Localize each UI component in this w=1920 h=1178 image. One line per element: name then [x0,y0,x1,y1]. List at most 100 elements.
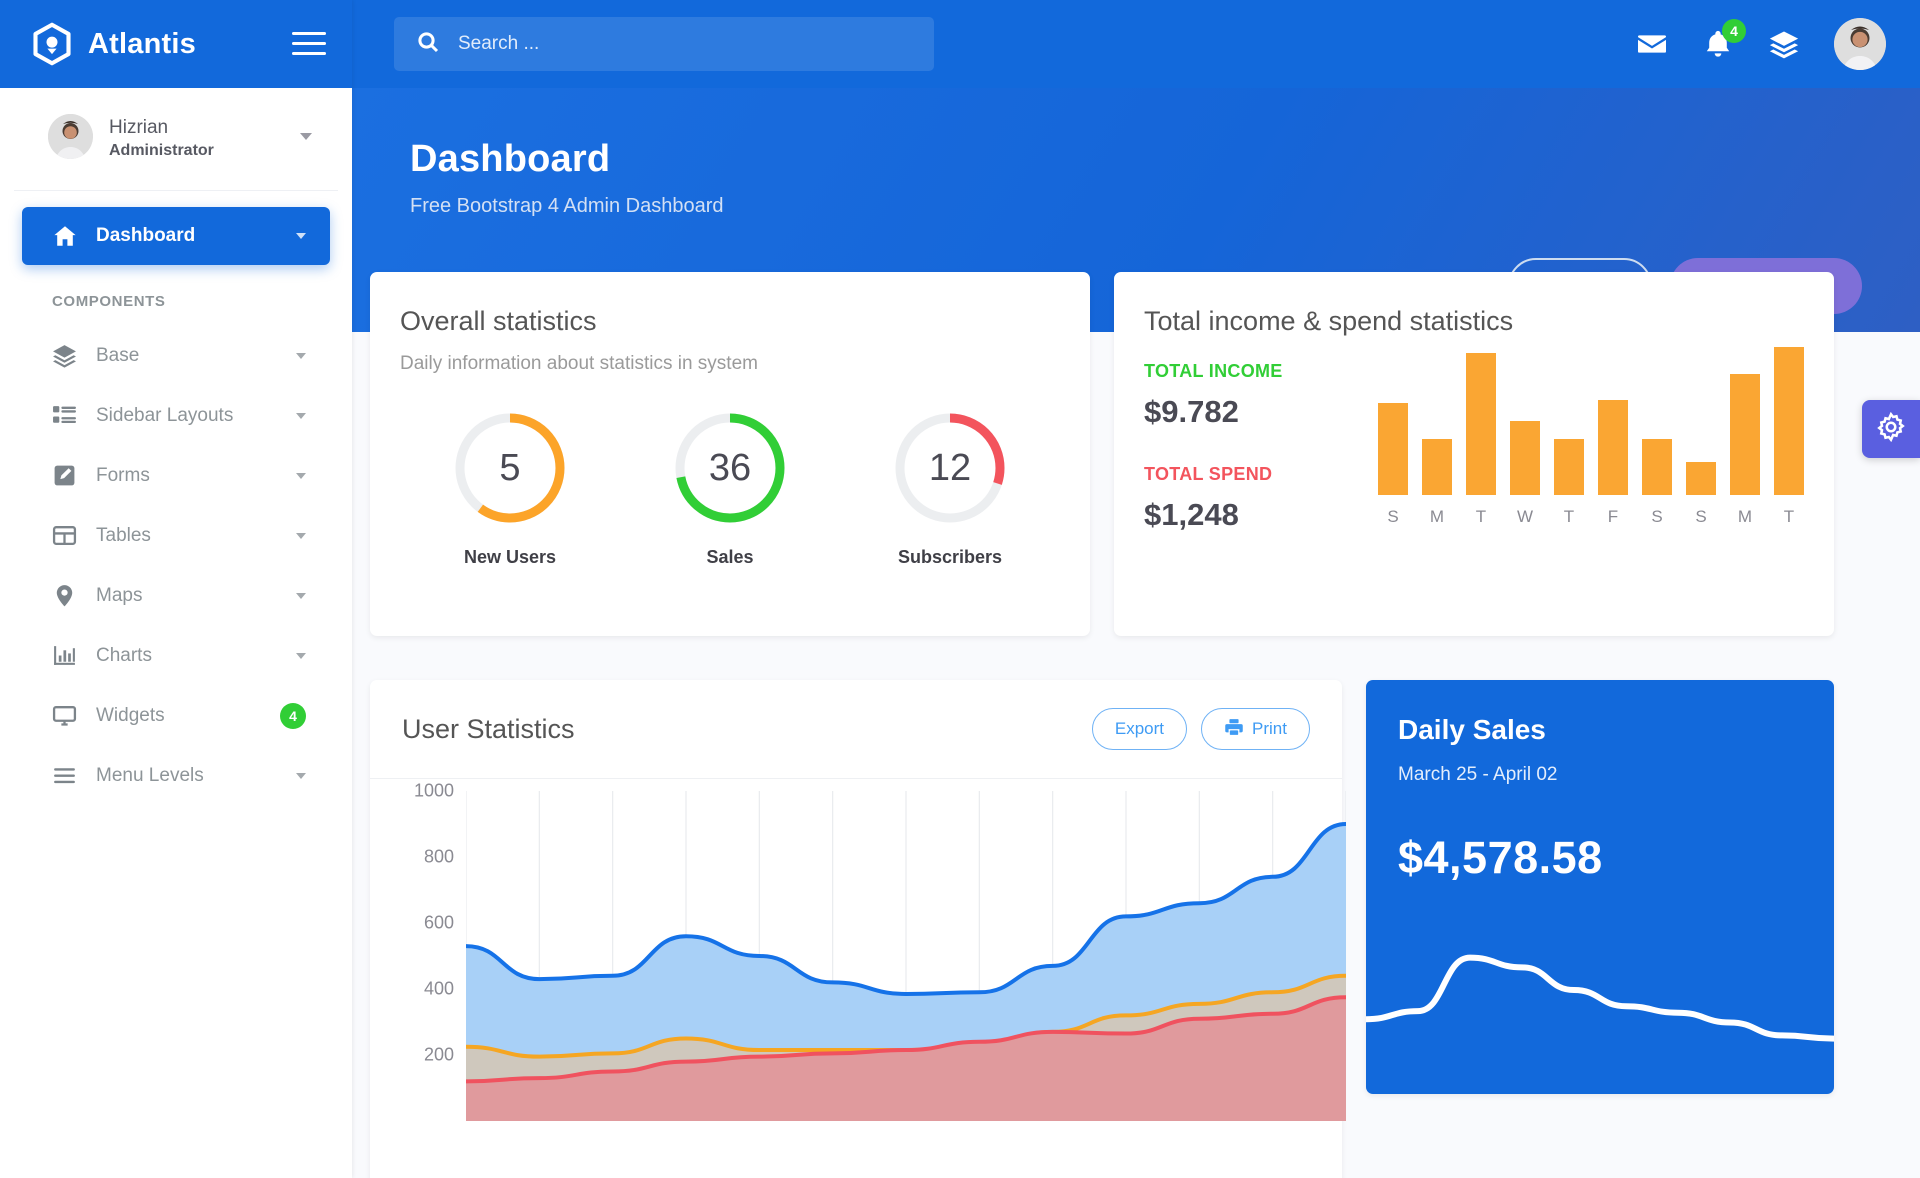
card-title: Daily Sales [1398,714,1546,745]
stat-sales: 36 Sales [671,409,789,568]
bar-column: M [1730,337,1760,527]
card-title: Overall statistics [400,306,597,336]
income-content-row: TOTAL INCOME $9.782 TOTAL SPEND $1,248 S… [1144,337,1804,533]
bar [1598,400,1628,495]
bar [1774,347,1804,495]
sidebar-item-widgets[interactable]: Widgets 4 [22,686,330,746]
overall-card-body: Overall statistics Daily information abo… [370,272,1090,568]
settings-fab-button[interactable] [1862,400,1920,458]
stat-new-users: 5 New Users [451,409,569,568]
printer-icon [1224,717,1244,742]
user-statistics-header: User Statistics Export Print [370,680,1342,779]
donut-label: New Users [463,547,557,567]
user-statistics-card: User Statistics Export Print 200 400 600… [370,680,1346,1178]
chevron-down-icon [296,532,306,539]
donut-value: 12 [928,446,972,489]
avatar [48,114,93,160]
sidebar-item-label: Menu Levels [96,764,204,786]
chevron-down-icon [296,352,306,359]
bar-column: T [1466,337,1496,527]
bar-column: W [1510,337,1540,527]
y-axis-tick-label: 1000 [413,780,454,801]
page-title: Dashboard [410,138,611,180]
sidebar-item-tables[interactable]: Tables [22,506,330,566]
donut-chart: 36 [671,409,789,527]
gear-icon [1876,411,1906,447]
y-axis-tick-label: 400 [423,978,454,999]
chevron-down-icon [296,772,306,779]
y-axis-tick-label: 600 [423,912,454,933]
card-title: Total income & spend statistics [1144,306,1514,336]
donut-label: Sales [706,547,754,567]
layers-icon [52,343,86,368]
sidebar-item-forms[interactable]: Forms [22,446,330,506]
bar-label: S [1695,507,1707,526]
export-button[interactable]: Export [1091,708,1188,750]
sidebar-item-maps[interactable]: Maps [22,566,330,626]
area-chart-svg [466,791,1346,1121]
sidebar-item-dashboard[interactable]: Dashboard [22,206,330,265]
sidebar-item-base[interactable]: Base [22,326,330,386]
chevron-down-icon [296,412,306,419]
bar-label: M [1737,507,1753,526]
layers-icon[interactable] [1768,28,1800,60]
sidebar-user-profile[interactable]: Hizrian Administrator [14,88,338,191]
search-icon [416,30,440,59]
sidebar-item-label: Sidebar Layouts [96,404,234,426]
bar [1730,373,1760,495]
print-button-label: Print [1252,719,1287,738]
hamburger-icon[interactable] [292,32,326,56]
sidebar-item-label: Forms [96,464,150,486]
list-grid-icon [52,403,86,428]
sidebar-item-label: Base [96,344,140,366]
total-spend-label: TOTAL SPEND [1144,464,1273,484]
y-axis-tick-label: 200 [423,1044,454,1065]
income-kpis: TOTAL INCOME $9.782 TOTAL SPEND $1,248 [1144,337,1364,533]
bar-label: W [1516,507,1534,526]
sidebar-item-sidebar-layouts[interactable]: Sidebar Layouts [22,386,330,446]
notification-count-badge: 4 [1722,19,1746,43]
user-statistics-actions: Export Print [1091,708,1310,750]
sidebar-item-menu-levels[interactable]: Menu Levels [22,746,330,806]
donut-value: 36 [708,446,752,489]
chevron-down-icon [296,652,306,659]
bar [1554,438,1584,495]
income-card-body: Total income & spend statistics TOTAL IN… [1114,272,1834,533]
bar [1422,438,1452,495]
bar-label: S [1387,507,1399,526]
sidebar-nav: Dashboard COMPONENTS Base Sidebar Layout… [0,191,352,806]
print-button[interactable]: Print [1201,708,1310,750]
brand-name: Atlantis [88,27,196,60]
bar-column: F [1598,337,1628,527]
bell-icon[interactable]: 4 [1702,19,1746,60]
sparkline-path [1366,954,1834,1042]
search-bar[interactable] [394,17,934,71]
user-avatar[interactable] [1834,18,1886,70]
search-input[interactable] [458,33,912,55]
sidebar-user-name: Hizrian [109,117,169,138]
bar-column: S [1642,337,1672,527]
donut-chart: 5 [451,409,569,527]
card-title: User Statistics [402,713,575,744]
chevron-down-icon [296,232,306,239]
total-income-label: TOTAL INCOME [1144,361,1283,381]
chevron-down-icon[interactable] [300,133,312,141]
bar [1642,438,1672,495]
bar-label: S [1651,507,1663,526]
sidebar-item-label: Tables [96,524,151,546]
bar-column: S [1686,337,1716,527]
bar-column: T [1774,337,1804,527]
total-spend-value: $1,248 [1144,497,1239,532]
sidebar-item-charts[interactable]: Charts [22,626,330,686]
sidebar-section-title: COMPONENTS [52,292,166,310]
donut-label: Subscribers [897,547,1003,567]
sidebar-item-label: Dashboard [96,224,196,246]
daily-sales-range: March 25 - April 02 [1398,764,1558,785]
overall-statistics-card: Overall statistics Daily information abo… [370,272,1090,636]
table-icon [52,523,86,548]
envelope-icon[interactable] [1636,28,1668,60]
user-statistics-area-chart: 200 400 600 800 1000 [370,779,1346,1159]
bar-label: T [1783,507,1795,526]
daily-sales-sparkline [1366,954,1834,1042]
total-income-value: $9.782 [1144,394,1239,429]
